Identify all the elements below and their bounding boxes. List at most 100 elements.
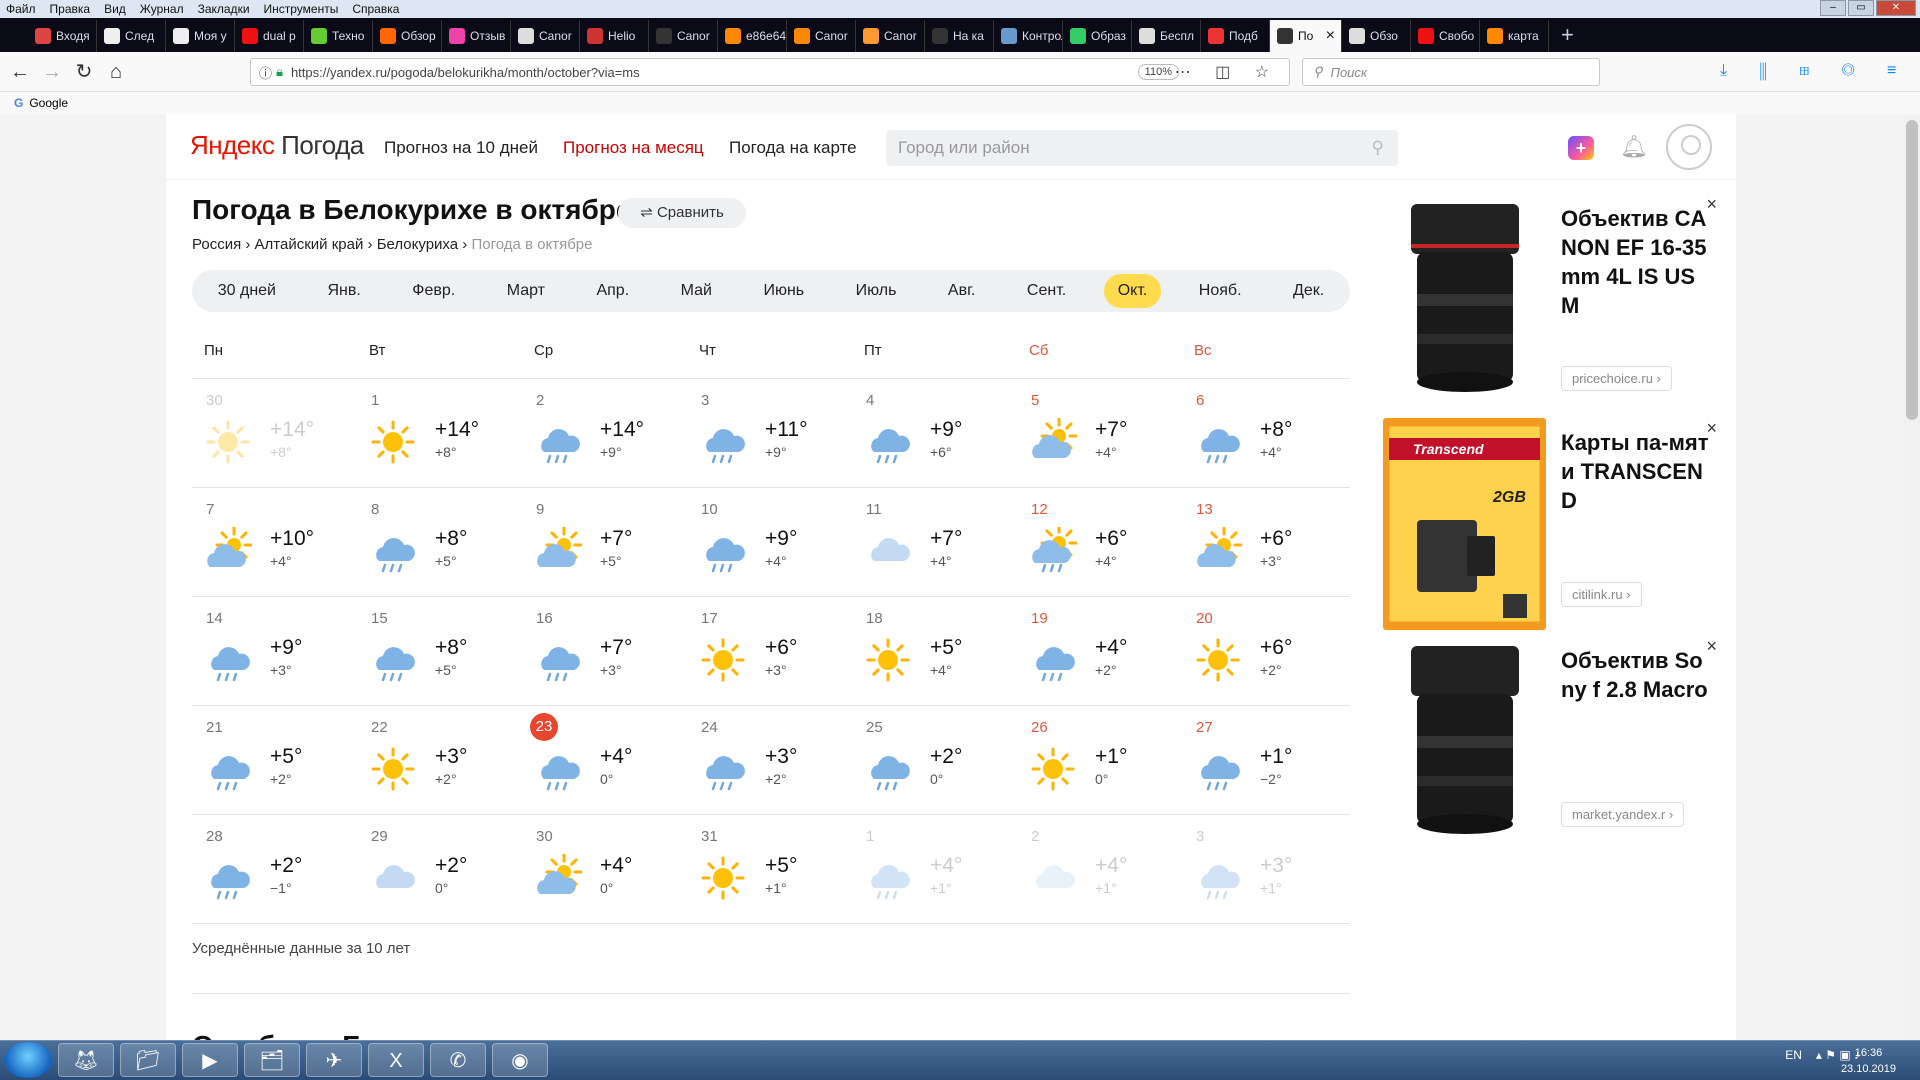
lens-canon-image[interactable] [1383,194,1546,406]
bell-icon[interactable]: 🔔︎ [1620,134,1648,160]
day-cell[interactable]: 13 +6° +3° [1182,487,1347,596]
explorer-icon[interactable]: 📁︎ [120,1043,176,1077]
maximize-button[interactable]: ▭ [1848,0,1874,16]
day-cell[interactable]: 3 +11° +9° [687,378,852,487]
month-tab[interactable]: 30 дней [204,274,290,308]
day-cell[interactable]: 18 +5° +4° [852,596,1017,705]
ad-title[interactable]: Объектив Sony f 2.8 Macro [1561,646,1711,704]
browser-tab[interactable]: Образ [1063,20,1132,52]
ad-block[interactable]: Объектив CANON EF 16-35mm 4L IS USM price… [1383,194,1723,406]
day-cell[interactable]: 30 +14° +8° [192,378,357,487]
bookmark-google[interactable]: Google [29,96,68,110]
browser-tab[interactable]: Беспл [1132,20,1201,52]
compare-button[interactable]: ⇌ Сравнить [618,198,746,228]
day-cell[interactable]: 20 +6° +2° [1182,596,1347,705]
day-cell[interactable]: 25 +2° 0° [852,705,1017,814]
day-cell[interactable]: 17 +6° +3° [687,596,852,705]
reload-icon[interactable]: ↻ [72,60,96,84]
breadcrumb-link[interactable]: Россия [192,236,241,253]
browser-tab[interactable]: Canor [856,20,925,52]
back-icon[interactable]: ← [8,60,32,84]
day-cell[interactable]: 12 +6° +4° [1017,487,1182,596]
day-cell[interactable]: 2 +4° +1° [1017,814,1182,923]
zoom-level[interactable]: 110% [1137,64,1179,80]
day-cell[interactable]: 1 +14° +8° [357,378,522,487]
day-cell[interactable]: 5 +7° +4° [1017,378,1182,487]
menu-item[interactable]: Вид [104,2,126,16]
month-tab[interactable]: Май [667,274,726,308]
day-cell[interactable]: 11 +7° +4° [852,487,1017,596]
browser-tab[interactable]: По × [1270,20,1342,52]
app-icon[interactable]: ◉ [492,1043,548,1077]
browser-tab[interactable]: Helio [580,20,649,52]
day-cell[interactable]: 3 +3° +1° [1182,814,1347,923]
month-tab[interactable]: Июль [842,274,911,308]
day-cell[interactable]: 14 +9° +3° [192,596,357,705]
browser-tab[interactable]: карта [1480,20,1549,52]
day-cell[interactable]: 27 +1° −2° [1182,705,1347,814]
day-cell[interactable]: 1 +4° +1° [852,814,1017,923]
home-icon[interactable]: ⌂ [104,60,128,84]
close-ad-icon[interactable]: × [1706,194,1717,215]
month-tab[interactable]: Авг. [934,274,990,308]
url-bar[interactable]: ⓘ 🔒︎ https://yandex.ru/pogoda/belokurikh… [250,58,1290,86]
city-search-input[interactable]: Город или район ⚲ [886,130,1398,166]
start-button[interactable] [4,1042,52,1078]
month-tab[interactable]: Нояб. [1185,274,1256,308]
day-cell[interactable]: 10 +9° +4° [687,487,852,596]
browser-tab[interactable]: Canor [787,20,856,52]
whatsapp-icon[interactable]: ✆ [430,1043,486,1077]
browser-search-input[interactable]: ⚲ Поиск [1302,58,1600,86]
close-tab-icon[interactable]: × [1326,27,1335,45]
day-cell[interactable]: 19 +4° +2° [1017,596,1182,705]
month-tab[interactable]: Янв. [313,274,374,308]
day-cell[interactable]: 28 +2° −1° [192,814,357,923]
firefox-icon[interactable]: 🦊︎ [58,1043,114,1077]
ad-title[interactable]: Объектив CANON EF 16-35mm 4L IS USM [1561,204,1711,320]
yandex-plus-icon[interactable]: + [1568,136,1594,160]
browser-tab[interactable]: dual p [235,20,304,52]
browser-tab[interactable]: Техно [304,20,373,52]
day-cell[interactable]: 21 +5° +2° [192,705,357,814]
ad-block[interactable]: Transcend 2GB Карты па-мяти TRANSCEN D citi… [1383,418,1723,630]
browser-tab[interactable]: Входя [28,20,97,52]
forward-icon[interactable]: → [40,60,64,84]
month-tab[interactable]: Апр. [582,274,643,308]
memory-card-image[interactable]: Transcend 2GB [1383,418,1546,630]
month-tab[interactable]: Март [493,274,559,308]
menu-item[interactable]: Справка [352,2,399,16]
day-cell[interactable]: 2 +14° +9° [522,378,687,487]
scrollbar-thumb[interactable] [1906,120,1918,420]
ad-source-link[interactable]: citilink.ru › [1561,582,1642,607]
day-cell[interactable]: 9 +7° +5° [522,487,687,596]
toolbar-icons[interactable]: ⤓ ⫼ ⊞ ◎ ≡ [1720,62,1910,80]
day-cell[interactable]: 24 +3° +2° [687,705,852,814]
browser-tab[interactable]: Canor [649,20,718,52]
browser-tab[interactable]: Обзор [373,20,442,52]
month-tab[interactable]: Июнь [749,274,818,308]
ad-title[interactable]: Карты па-мяти TRANSCEN D [1561,428,1711,515]
ad-block[interactable]: Объектив Sony f 2.8 Macro market.yandex.r… [1383,636,1723,848]
browser-tab[interactable]: Подб [1201,20,1270,52]
day-cell[interactable]: 7 +10° +4° [192,487,357,596]
new-tab-icon[interactable]: + [1561,22,1574,48]
day-cell[interactable]: 23 +4° 0° [522,705,687,814]
language-indicator[interactable]: EN [1785,1048,1802,1062]
day-cell[interactable]: 16 +7° +3° [522,596,687,705]
info-icon[interactable]: ⓘ [259,63,272,82]
day-cell[interactable]: 6 +8° +4° [1182,378,1347,487]
browser-tab[interactable]: e86e6429 [718,20,787,52]
day-cell[interactable]: 8 +8° +5° [357,487,522,596]
month-tab[interactable]: Сент. [1013,274,1080,308]
url-actions[interactable]: ⋯ ◫ ☆ [1175,62,1279,82]
clock[interactable]: 16:36 23.10.2019 [1841,1045,1896,1077]
day-cell[interactable]: 29 +2° 0° [357,814,522,923]
folder-icon[interactable]: 🗂︎ [244,1043,300,1077]
day-cell[interactable]: 4 +9° +6° [852,378,1017,487]
menu-item[interactable]: Правка [50,2,91,16]
nav-month[interactable]: Прогноз на месяц [563,138,704,158]
browser-tab[interactable]: Контроль [994,20,1063,52]
nav-map[interactable]: Погода на карте [729,138,857,158]
menu-item[interactable]: Файл [6,2,36,16]
breadcrumb-link[interactable]: Алтайский край [255,236,364,253]
